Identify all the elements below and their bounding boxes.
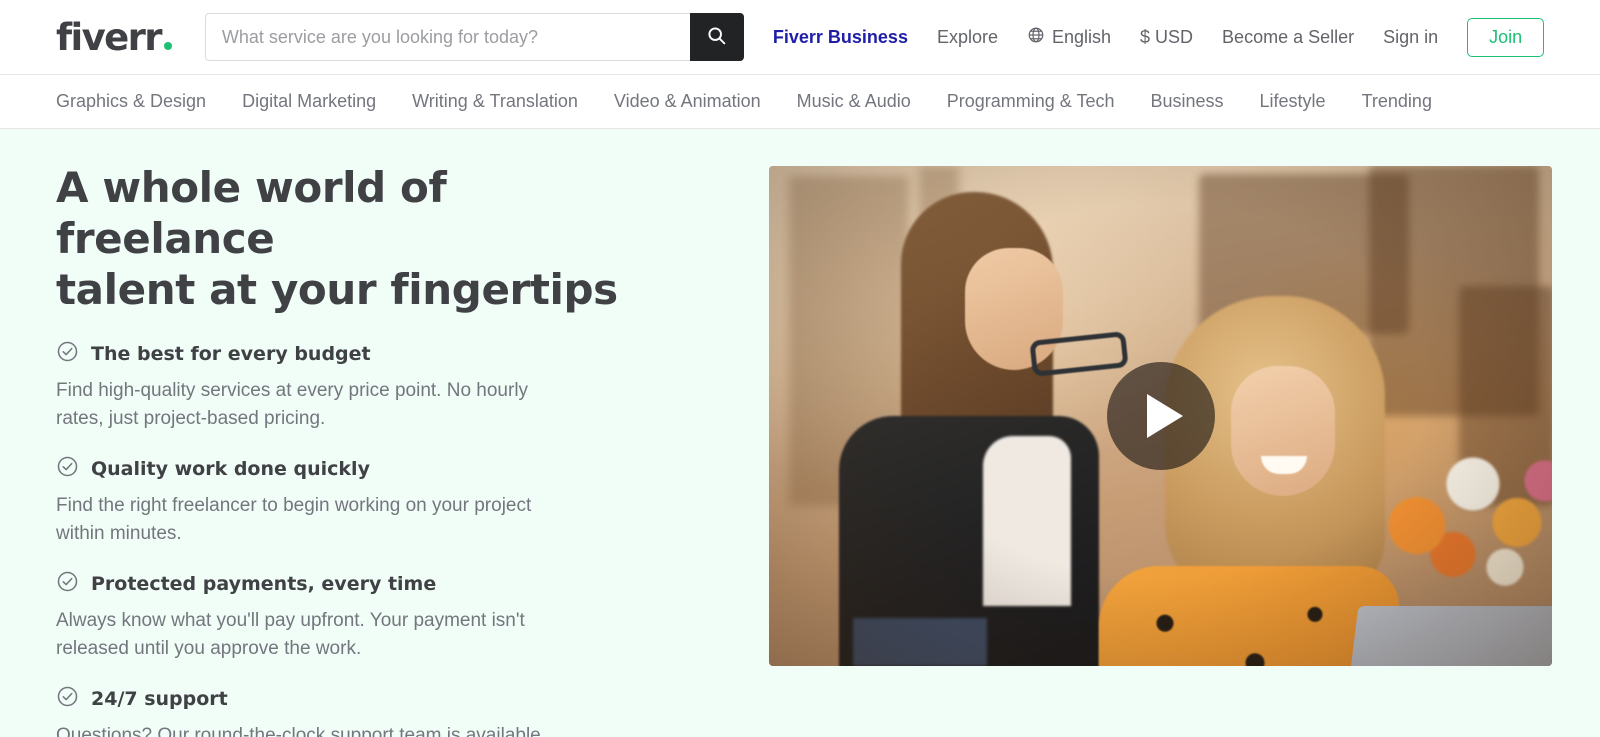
nav-explore[interactable]: Explore: [937, 27, 998, 48]
circle-check-icon: [56, 685, 79, 713]
category-video-animation[interactable]: Video & Animation: [614, 91, 761, 112]
category-lifestyle[interactable]: Lifestyle: [1260, 91, 1326, 112]
header-nav: Fiverr Business Explore English $ USD Be…: [744, 17, 1545, 57]
hero-video-thumbnail[interactable]: P+ Co: [769, 166, 1552, 666]
feature-item-support: 24/7 support Questions? Our round-the-cl…: [56, 685, 676, 737]
feature-title: Protected payments, every time: [91, 573, 437, 596]
category-music-audio[interactable]: Music & Audio: [797, 91, 911, 112]
category-graphics-design[interactable]: Graphics & Design: [56, 91, 206, 112]
feature-title: 24/7 support: [91, 688, 228, 711]
feature-header: Protected payments, every time: [56, 570, 676, 598]
circle-check-icon: [56, 570, 79, 598]
search-icon: [706, 25, 727, 49]
search-button[interactable]: [689, 13, 744, 61]
nav-language-label: English: [1051, 26, 1112, 47]
feature-item-payments: Protected payments, every time Always kn…: [56, 570, 676, 663]
globe-icon: [1027, 26, 1045, 49]
feature-title: The best for every budget: [91, 342, 371, 365]
site-header: fiverr Fiverr Business Explore: [0, 0, 1600, 75]
search-bar: [204, 13, 744, 61]
circle-check-icon: [56, 340, 79, 368]
feature-item-budget: The best for every budget Find high-qual…: [56, 340, 676, 433]
category-trending[interactable]: Trending: [1362, 91, 1432, 112]
category-nav: Graphics & Design Digital Marketing Writ…: [0, 75, 1600, 129]
hero-video-column: P+ Co: [676, 162, 1552, 737]
feature-description: Always know what you'll pay upfront. You…: [56, 610, 525, 660]
feature-item-quality: Quality work done quickly Find the right…: [56, 455, 676, 548]
feature-description: Questions? Our round-the-clock support t…: [56, 725, 541, 737]
feature-title: Quality work done quickly: [91, 457, 370, 480]
category-programming-tech[interactable]: Programming & Tech: [947, 91, 1115, 112]
nav-currency[interactable]: $ USD: [1140, 27, 1193, 48]
nav-become-a-seller[interactable]: Become a Seller: [1222, 27, 1354, 48]
play-icon: [1147, 394, 1183, 438]
hero-content: A whole world of freelance talent at you…: [56, 162, 676, 737]
hero-section: A whole world of freelance talent at you…: [0, 129, 1600, 737]
search-input[interactable]: [204, 13, 690, 61]
nav-fiverr-business[interactable]: Fiverr Business: [773, 27, 908, 48]
feature-header: The best for every budget: [56, 340, 676, 368]
page-title: A whole world of freelance talent at you…: [56, 163, 618, 315]
circle-check-icon: [56, 455, 79, 483]
nav-sign-in[interactable]: Sign in: [1383, 27, 1438, 48]
category-business[interactable]: Business: [1150, 91, 1223, 112]
join-button[interactable]: Join: [1467, 17, 1545, 57]
nav-language-selector[interactable]: English: [1027, 26, 1111, 49]
play-button[interactable]: [1106, 362, 1215, 470]
category-digital-marketing[interactable]: Digital Marketing: [242, 91, 376, 112]
feature-header: 24/7 support: [56, 685, 676, 713]
feature-header: Quality work done quickly: [56, 455, 676, 483]
feature-description: Find the right freelancer to begin worki…: [56, 494, 532, 545]
feature-description: Find high-quality services at every pric…: [56, 379, 529, 429]
category-writing-translation[interactable]: Writing & Translation: [412, 91, 578, 112]
fiverr-logo[interactable]: fiverr: [56, 19, 172, 56]
logo-green-dot-icon: [163, 41, 172, 50]
logo-wordmark: fiverr: [56, 15, 162, 59]
